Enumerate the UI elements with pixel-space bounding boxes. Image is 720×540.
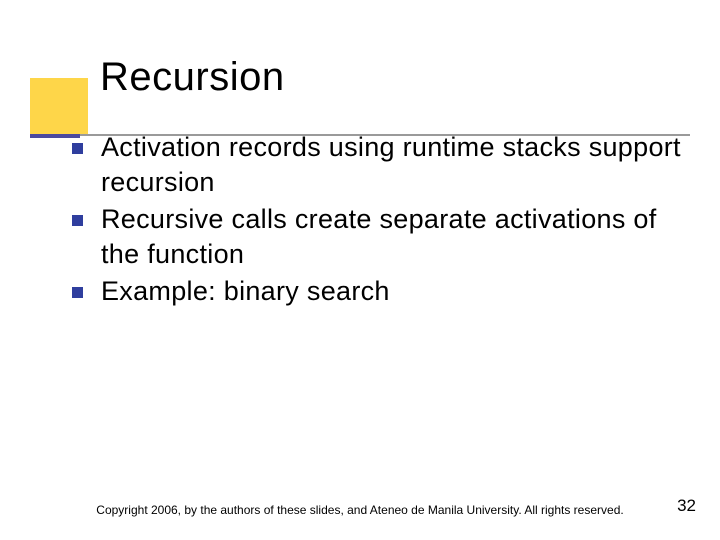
title-accent-box xyxy=(30,78,88,136)
copyright-footer: Copyright 2006, by the authors of these … xyxy=(0,503,720,518)
title-underline-purple xyxy=(30,134,80,138)
bullet-text: Activation records using runtime stacks … xyxy=(101,130,690,200)
slide: Recursion Activation records using runti… xyxy=(0,0,720,540)
list-item: Example: binary search xyxy=(72,274,690,309)
title-underline xyxy=(30,134,690,138)
bullet-text: Recursive calls create separate activati… xyxy=(101,202,690,272)
page-number: 32 xyxy=(677,496,696,516)
list-item: Activation records using runtime stacks … xyxy=(72,130,690,200)
slide-body: Activation records using runtime stacks … xyxy=(0,100,720,309)
bullet-square-icon xyxy=(72,287,83,298)
list-item: Recursive calls create separate activati… xyxy=(72,202,690,272)
slide-title: Recursion xyxy=(100,55,720,100)
title-underline-gray xyxy=(30,134,690,136)
bullet-text: Example: binary search xyxy=(101,274,390,309)
bullet-square-icon xyxy=(72,143,83,154)
bullet-square-icon xyxy=(72,215,83,226)
slide-header: Recursion xyxy=(0,0,720,100)
